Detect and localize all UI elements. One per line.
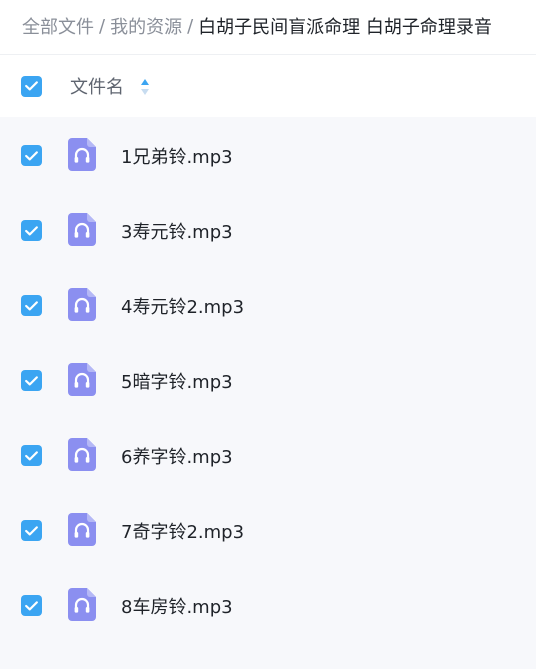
checkmark-icon (25, 600, 38, 610)
file-name[interactable]: 3寿元铃.mp3 (121, 218, 233, 244)
file-name[interactable]: 4寿元铃2.mp3 (121, 293, 244, 319)
breadcrumb-my-resources[interactable]: 我的资源 (110, 13, 182, 39)
file-list: 1兄弟铃.mp3 3寿元铃.mp3 4寿元铃2.mp3 5暗字铃.mp3 6养字… (0, 117, 536, 669)
file-row[interactable]: 4寿元铃2.mp3 (0, 267, 536, 342)
audio-file-icon (68, 363, 96, 396)
file-checkbox[interactable] (21, 520, 42, 541)
file-row[interactable]: 7奇字铃2.mp3 (0, 492, 536, 567)
file-name[interactable]: 5暗字铃.mp3 (121, 368, 233, 394)
audio-file-icon (68, 213, 96, 246)
file-row[interactable]: 5暗字铃.mp3 (0, 342, 536, 417)
file-name[interactable]: 6养字铃.mp3 (121, 443, 233, 469)
file-checkbox[interactable] (21, 220, 42, 241)
file-checkbox[interactable] (21, 370, 42, 391)
audio-file-icon (68, 138, 96, 171)
audio-file-icon (68, 288, 96, 321)
file-row[interactable]: 8车房铃.mp3 (0, 567, 536, 642)
file-name[interactable]: 8车房铃.mp3 (121, 593, 233, 619)
file-name-column-header[interactable]: 文件名 (70, 73, 124, 99)
file-name[interactable]: 1兄弟铃.mp3 (121, 143, 233, 169)
file-row[interactable]: 3寿元铃.mp3 (0, 192, 536, 267)
checkmark-icon (25, 81, 38, 91)
file-browser: 全部文件 / 我的资源 / 白胡子民间盲派命理 白胡子命理录音 文件名 1兄弟铃… (0, 0, 536, 669)
breadcrumb-separator: / (99, 15, 106, 37)
checkmark-icon (25, 450, 38, 460)
checkmark-icon (25, 375, 38, 385)
file-checkbox[interactable] (21, 295, 42, 316)
breadcrumb-all-files[interactable]: 全部文件 (22, 13, 94, 39)
breadcrumb: 全部文件 / 我的资源 / 白胡子民间盲派命理 白胡子命理录音 (22, 0, 536, 52)
audio-file-icon (68, 513, 96, 546)
file-checkbox[interactable] (21, 445, 42, 466)
checkmark-icon (25, 150, 38, 160)
checkmark-icon (25, 225, 38, 235)
breadcrumb-current-folder: 白胡子民间盲派命理 白胡子命理录音 (198, 17, 492, 38)
select-all-checkbox[interactable] (21, 75, 42, 97)
checkmark-icon (25, 525, 38, 535)
list-header: 文件名 (0, 55, 536, 117)
audio-file-icon (68, 438, 96, 471)
file-row[interactable]: 1兄弟铃.mp3 (0, 117, 536, 192)
audio-file-icon (68, 588, 96, 621)
breadcrumb-separator: / (187, 15, 194, 37)
file-name[interactable]: 7奇字铃2.mp3 (121, 518, 244, 544)
sort-icon[interactable] (139, 77, 151, 97)
file-checkbox[interactable] (21, 595, 42, 616)
checkmark-icon (25, 300, 38, 310)
file-checkbox[interactable] (21, 145, 42, 166)
file-row[interactable]: 6养字铃.mp3 (0, 417, 536, 492)
